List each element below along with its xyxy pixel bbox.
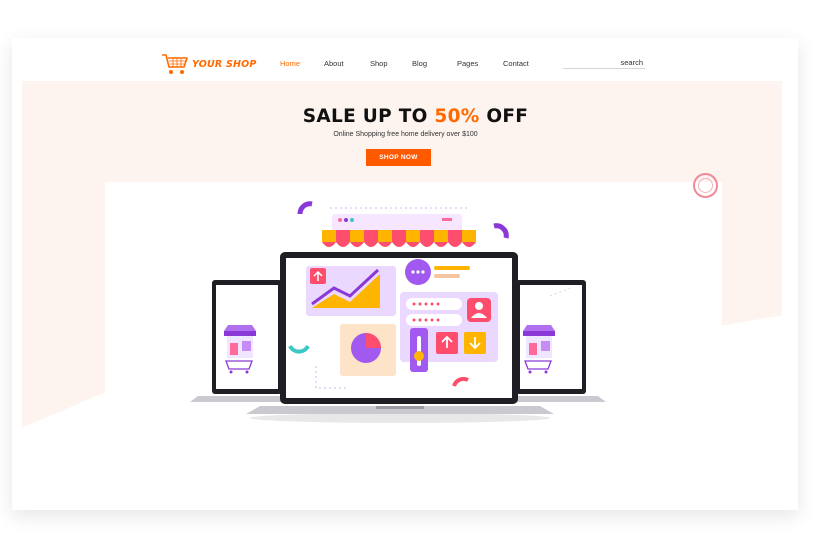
search-label: search	[620, 58, 643, 67]
nav-item-pages[interactable]: Pages	[457, 59, 478, 68]
shop-now-button[interactable]: SHOP NOW	[366, 149, 431, 166]
decor-ring	[693, 173, 718, 198]
nav-item-shop[interactable]: Shop	[370, 59, 388, 68]
store-awning-icon	[322, 214, 476, 247]
hero-subline: Online Shopping free home delivery over …	[333, 131, 478, 138]
pie-chart-icon	[340, 324, 396, 376]
brand-name: YOUR SHOP	[192, 58, 257, 70]
headline-accent: 50%	[434, 106, 480, 127]
hero-bottom-space	[22, 437, 782, 510]
left-laptop-icon	[190, 280, 294, 402]
shopping-cart-icon	[162, 54, 188, 74]
brand-logo[interactable]: YOUR SHOP	[161, 52, 257, 76]
nav-item-blog[interactable]: Blog	[412, 59, 427, 68]
line-chart-icon	[306, 266, 396, 316]
nav-item-contact[interactable]: Contact	[503, 59, 529, 68]
hero-illustration	[190, 201, 606, 423]
hero-headline: SALE UP TO 50% OFF	[302, 106, 529, 127]
search-input[interactable]: search	[563, 58, 645, 69]
arrow-down-icon	[464, 332, 486, 354]
nav-item-about[interactable]: About	[324, 59, 344, 68]
nav-item-home[interactable]: Home	[280, 59, 300, 68]
